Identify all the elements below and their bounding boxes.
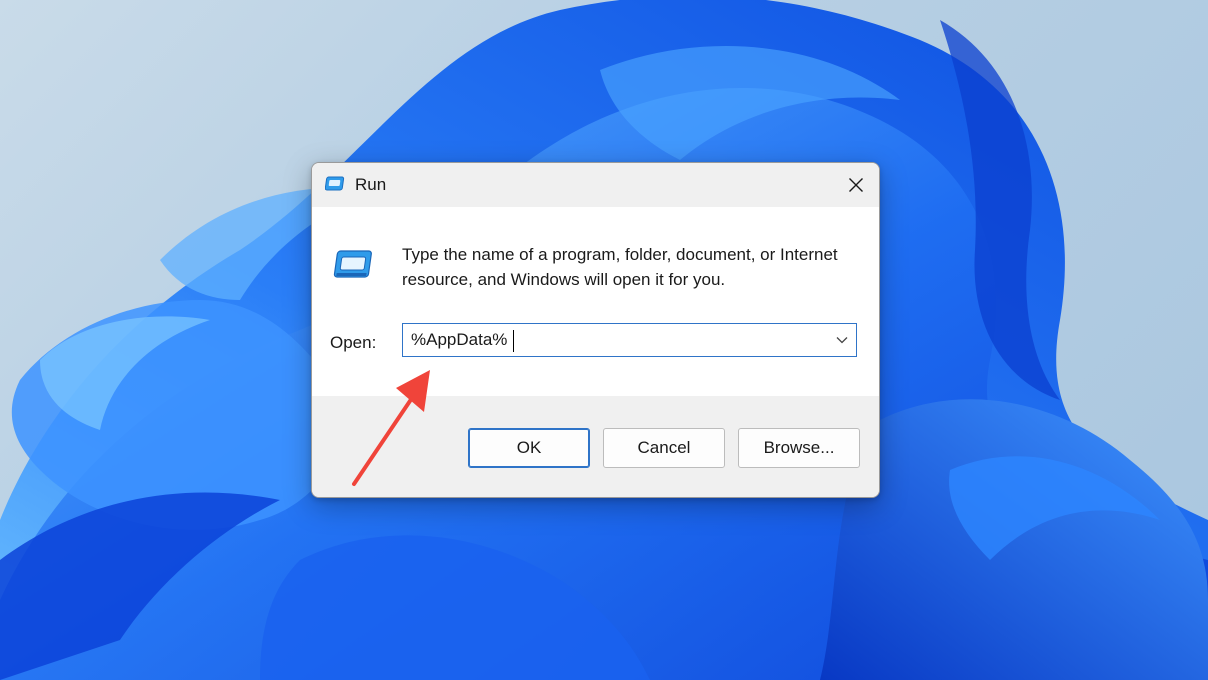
run-program-icon	[333, 250, 372, 278]
close-button[interactable]	[833, 163, 879, 207]
annotation-arrow	[352, 370, 430, 486]
ok-button[interactable]: OK	[468, 428, 590, 468]
open-label: Open:	[330, 333, 377, 352]
cancel-button[interactable]: Cancel	[603, 428, 725, 468]
chevron-down-icon	[836, 337, 848, 344]
dialog-description: Type the name of a program, folder, docu…	[402, 245, 838, 289]
open-dropdown-button[interactable]	[828, 324, 856, 356]
dialog-title: Run	[355, 175, 387, 194]
text-cursor	[513, 330, 514, 352]
browse-button[interactable]: Browse...	[738, 428, 860, 468]
open-input[interactable]	[411, 328, 811, 352]
open-combobox[interactable]	[402, 323, 857, 357]
title-bar[interactable]: Run	[312, 163, 879, 207]
run-icon	[325, 176, 345, 191]
close-icon	[849, 178, 863, 192]
